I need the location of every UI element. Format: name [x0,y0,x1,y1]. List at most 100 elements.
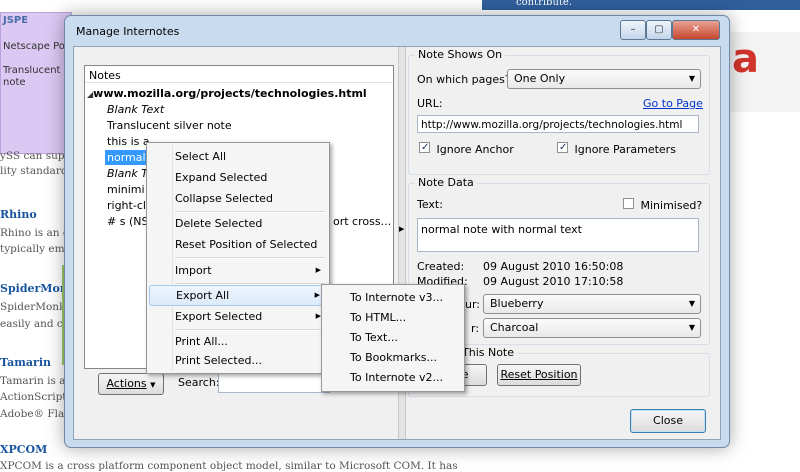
tree-item[interactable]: Blank T [107,166,148,181]
ignore-anchor-label: Ignore Anchor [436,143,514,156]
submenu-item-internote-v2[interactable]: To Internote v2... [324,367,462,388]
close-window-button[interactable]: ✕ [672,20,720,40]
minimize-icon: – [630,24,636,35]
pages-label: On which pages? [417,73,511,86]
submenu-arrow-icon: ▶ [314,291,320,299]
bg-text-line: ySS can sup [0,150,65,162]
menu-item-reset-position[interactable]: Reset Position of Selected [149,234,327,255]
colour-label: ur: [465,298,481,311]
minimised-checkbox[interactable] [623,198,634,209]
menu-item-delete-selected[interactable]: Delete Selected [149,213,327,234]
notes-tree-header: Notes [89,69,121,82]
bg-section-tamarin-link[interactable]: Tamarin [0,356,51,369]
menu-item-select-all[interactable]: Select All [149,146,327,167]
text-colour-select-value: Charcoal [490,321,539,334]
menu-item-export-selected[interactable]: Export Selected ▶ [149,306,327,327]
actions-button-label: Actions [106,377,147,390]
tree-item-overflow: ort cross... [333,215,392,228]
dropdown-arrow-icon: ▼ [150,381,156,389]
tree-item[interactable]: # s (NS [107,214,148,229]
submenu-arrow-icon: ▶ [315,266,321,274]
bg-text-line: Tamarin is a [0,375,66,387]
menu-item-export-selected-label: Export Selected [175,310,263,323]
menu-item-collapse-selected[interactable]: Collapse Selected [149,188,327,209]
sticky-line-3: Translucent s [3,65,69,76]
note-shows-on-group: Note Shows On On which pages? One Only ▼… [408,48,710,175]
tree-item[interactable]: Translucent silver note [107,118,232,133]
sticky-note[interactable]: JSPE Netscape Po Translucent s note [0,12,72,154]
ignore-anchor-checkbox[interactable] [419,142,430,153]
chevron-down-icon: ▼ [688,74,695,83]
tree-root-node[interactable]: ◢www.mozilla.org/projects/technologies.h… [87,86,367,101]
colour-select-value: Blueberry [490,297,544,310]
ignore-params-row[interactable]: Ignore Parameters [557,142,676,156]
splitter-arrow-icon[interactable]: ▶ [399,225,404,233]
close-button-label: Close [653,414,683,427]
sticky-line-1: Netscape Po [3,41,65,52]
submenu-item-text[interactable]: To Text... [324,327,462,348]
text-label: Text: [417,198,443,211]
minimize-button[interactable]: – [620,20,646,40]
group-label: This Note [459,346,518,359]
search-label: Search: [178,376,220,389]
menu-item-print-all[interactable]: Print All... [149,331,327,352]
menu-item-import-label: Import [175,264,212,277]
group-label: Note Data [415,176,477,189]
created-value: 09 August 2010 16:50:08 [483,260,624,273]
tree-item[interactable]: this is a [107,134,150,149]
maximize-button[interactable]: ▢ [646,20,672,40]
menu-item-export-all[interactable]: Export All ▶ [149,285,327,306]
tree-item[interactable]: right-cl [107,198,146,213]
export-all-submenu: To Internote v3... To HTML... To Text...… [321,284,465,392]
maximize-icon: ▢ [654,24,664,35]
chevron-down-icon: ▼ [688,299,695,308]
url-label: URL: [417,97,443,110]
modified-value: 09 August 2010 17:10:58 [483,275,624,288]
menu-item-expand-selected[interactable]: Expand Selected [149,167,327,188]
menu-item-export-all-label: Export All [176,289,230,302]
ignore-anchor-row[interactable]: Ignore Anchor [419,142,514,156]
submenu-item-bookmarks[interactable]: To Bookmarks... [324,347,462,368]
minimised-row[interactable]: Minimised? [623,198,702,212]
menu-item-print-selected[interactable]: Print Selected... [149,350,327,371]
bg-text-line: Rhino is an o [0,227,70,239]
search-input[interactable] [218,373,330,393]
go-to-page-link[interactable]: Go to Page [643,97,703,110]
ignore-params-checkbox[interactable] [557,142,568,153]
bg-section-spidermonkey-link[interactable]: SpiderMon [0,282,68,295]
pages-select-value: One Only [514,72,566,85]
page-top-banner: contribute. [482,0,800,10]
submenu-item-html[interactable]: To HTML... [324,307,462,328]
sticky-note-title: JSPE [3,15,29,26]
bg-text-line: ActionScript [0,391,67,403]
pages-select[interactable]: One Only ▼ [507,69,701,89]
sticky-line-4: note [3,77,26,88]
group-label: Note Shows On [415,48,506,61]
ignore-params-label: Ignore Parameters [574,143,676,156]
banner-text: contribute. [516,0,573,8]
close-button[interactable]: Close [630,409,706,433]
note-text-area[interactable]: normal note with normal text [417,218,699,252]
tree-item[interactable]: Blank Text [107,102,164,117]
chevron-down-icon: ▼ [688,323,695,332]
reset-position-button[interactable]: Reset Position [497,364,581,386]
actions-button[interactable]: Actions ▼ [98,373,164,395]
tree-item[interactable]: minimi [107,182,145,197]
text-colour-label: r: [471,322,480,335]
text-colour-select[interactable]: Charcoal ▼ [483,318,701,338]
logo-letter: a [732,36,759,82]
actions-context-menu: Select All Expand Selected Collapse Sele… [146,142,330,374]
bg-section-xpcom-link[interactable]: XPCOM [0,443,47,456]
minimised-label: Minimised? [640,199,703,212]
colour-select[interactable]: Blueberry ▼ [483,294,701,314]
close-icon: ✕ [691,24,701,35]
bg-text-line: easily and ca [0,318,70,330]
url-input[interactable]: http://www.mozilla.org/projects/technolo… [417,115,699,133]
tree-root-label: www.mozilla.org/projects/technologies.ht… [93,87,367,100]
submenu-item-internote-v3[interactable]: To Internote v3... [324,287,462,308]
bg-text-line: XPCOM is a cross platform component obje… [0,460,458,472]
menu-item-import[interactable]: Import ▶ [149,260,327,281]
bg-text-line: lity standard [0,165,68,177]
bg-logo-area: a [728,32,800,112]
bg-section-rhino-link[interactable]: Rhino [0,208,37,221]
